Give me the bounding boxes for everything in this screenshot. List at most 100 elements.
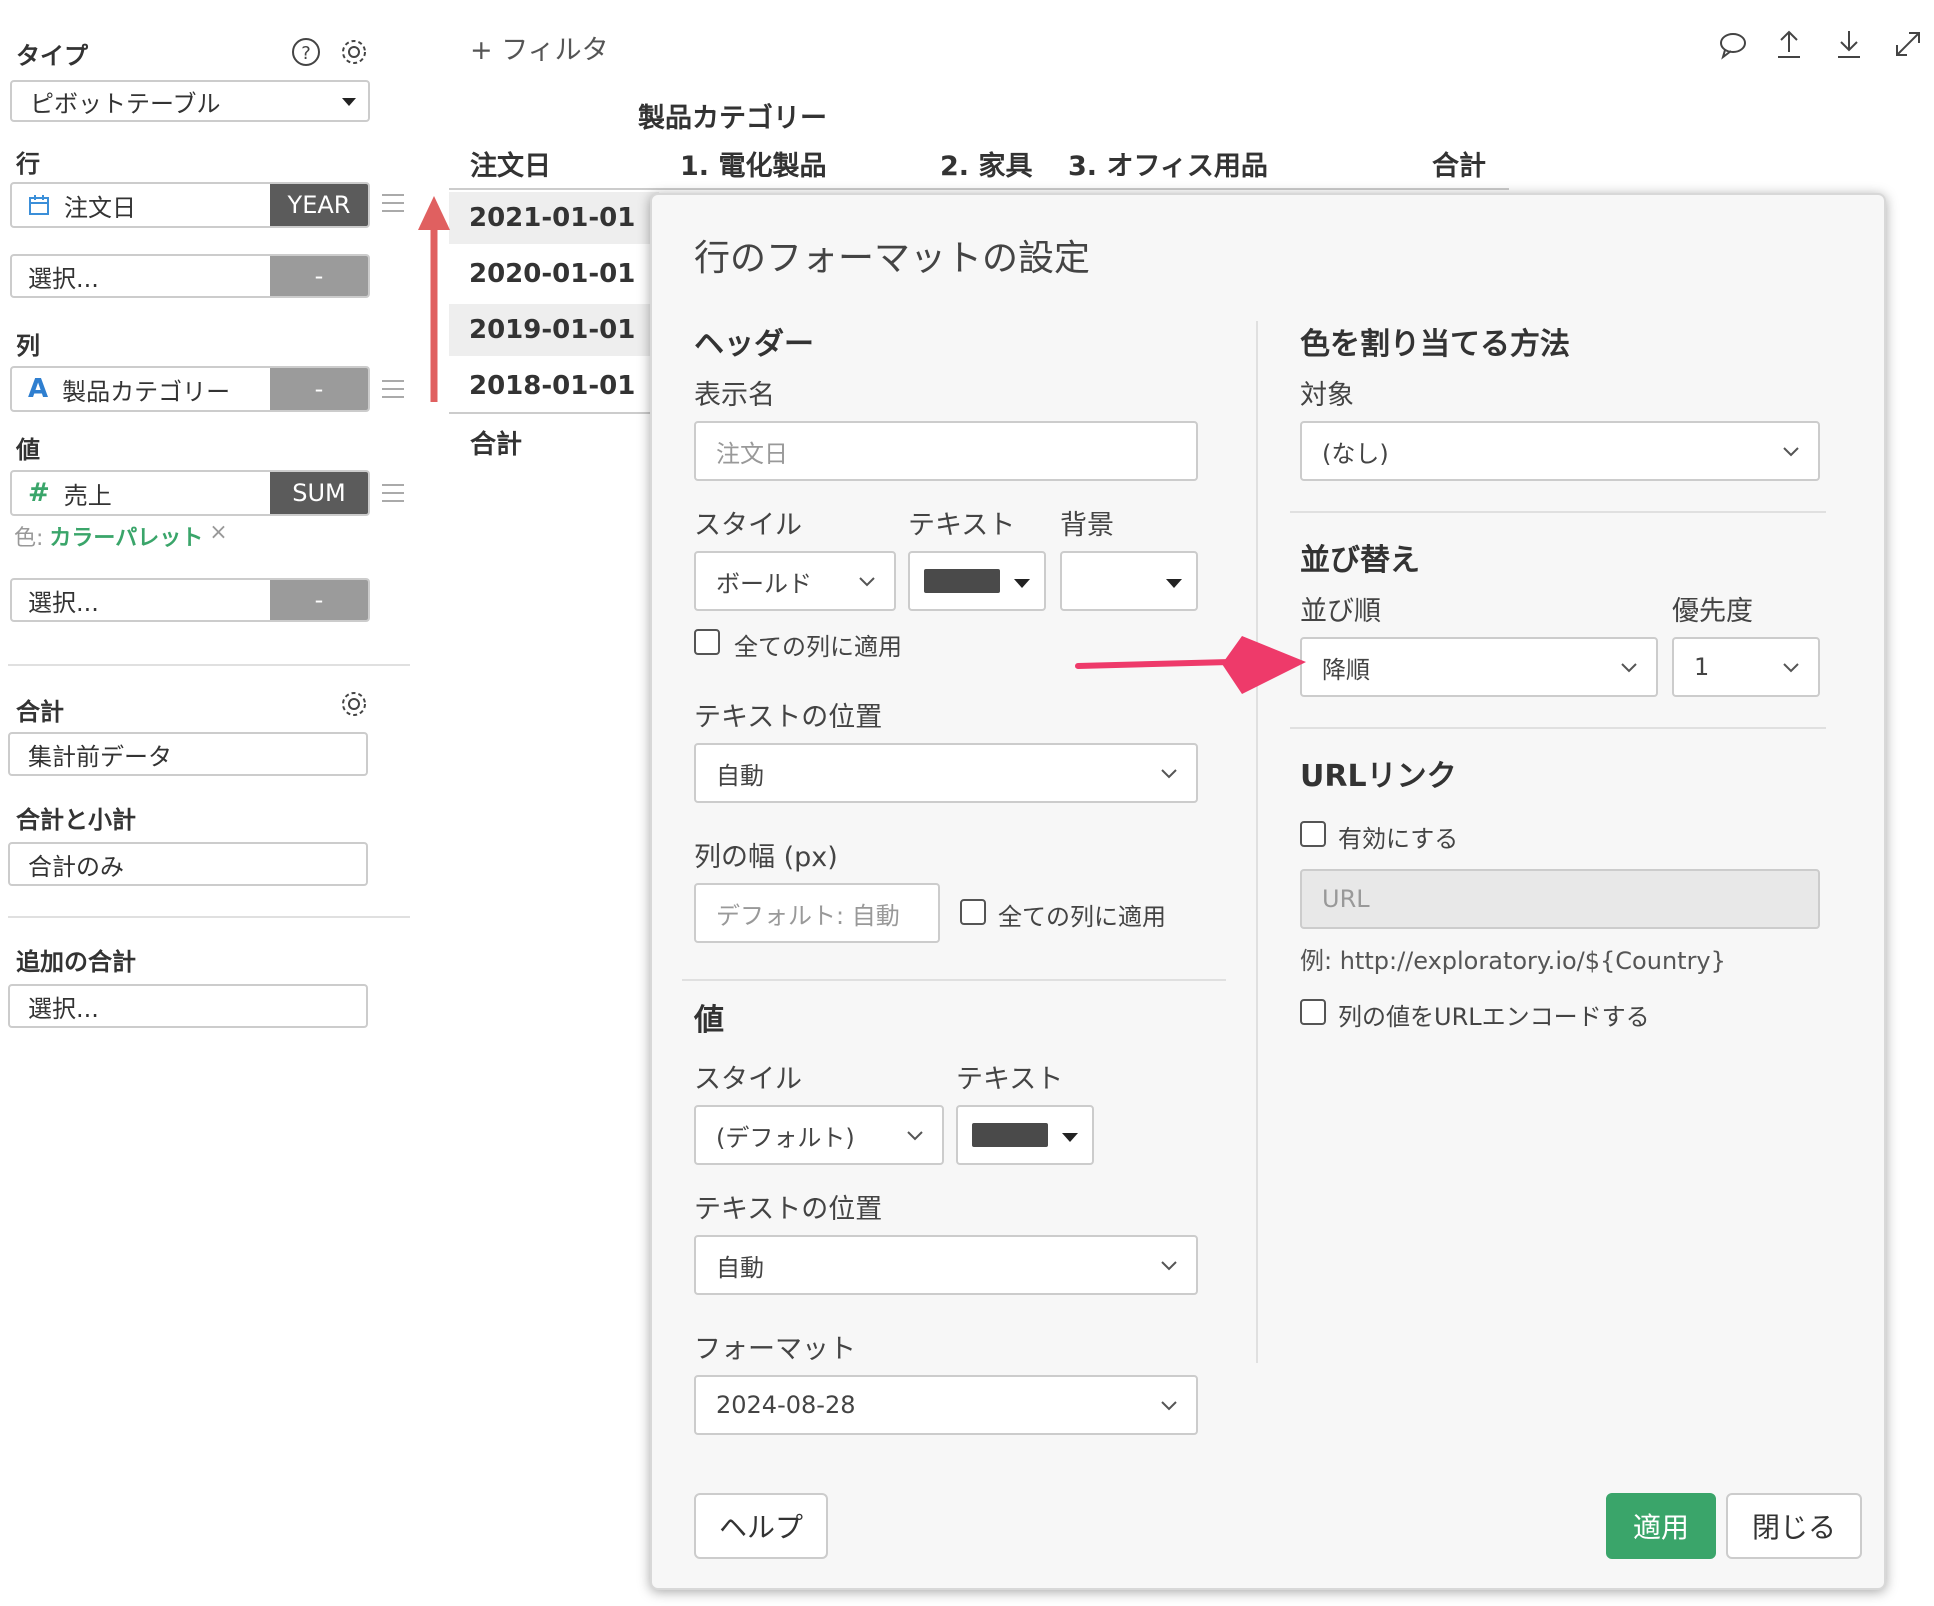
header-bg-color-picker[interactable] bbox=[1060, 551, 1198, 611]
chart-type-select[interactable]: ピボットテーブル bbox=[10, 80, 370, 122]
table-row: 2019-01-01 bbox=[449, 304, 659, 356]
value-field-pill[interactable]: # 売上 SUM bbox=[10, 470, 370, 516]
url-encode-checkbox[interactable] bbox=[1300, 999, 1326, 1025]
upload-icon[interactable] bbox=[1774, 28, 1804, 60]
url-section-title: URLリンク bbox=[1300, 759, 1457, 794]
color-swatch bbox=[924, 569, 1000, 593]
table-row: 2020-01-01 bbox=[469, 259, 636, 289]
target-label: 対象 bbox=[1300, 380, 1354, 411]
sort-priority-value: 1 bbox=[1694, 653, 1710, 681]
value-agg-button[interactable]: SUM bbox=[270, 472, 368, 514]
extra-total-select[interactable]: 選択... bbox=[8, 984, 368, 1028]
row-header: 注文日 bbox=[470, 151, 551, 182]
target-select[interactable]: (なし) bbox=[1300, 421, 1820, 481]
text-color-label: テキスト bbox=[908, 510, 1016, 541]
download-icon[interactable] bbox=[1834, 28, 1864, 60]
format-select[interactable]: 2024-08-28 bbox=[694, 1375, 1198, 1435]
value-section-title: 値 bbox=[694, 1003, 724, 1038]
column-tag[interactable]: - bbox=[270, 368, 368, 410]
column-header: 3. オフィス用品 bbox=[1068, 151, 1268, 182]
row-field-pill[interactable]: 注文日 YEAR bbox=[10, 182, 370, 228]
comment-icon[interactable] bbox=[1718, 30, 1748, 60]
color-setting: 色: カラーパレット × bbox=[14, 520, 228, 552]
value-text-color-picker[interactable] bbox=[956, 1105, 1094, 1165]
header-style-value: ボールド bbox=[716, 569, 812, 598]
sort-section-title: 並び替え bbox=[1300, 543, 1420, 578]
style-label: スタイル bbox=[694, 510, 802, 541]
width-apply-all-checkbox[interactable] bbox=[960, 899, 986, 925]
sort-priority-select[interactable]: 1 bbox=[1672, 637, 1820, 697]
value-text-position-select[interactable]: 自動 bbox=[694, 1235, 1198, 1295]
value-style-value: (デフォルト) bbox=[716, 1123, 855, 1152]
header-apply-all-checkbox[interactable] bbox=[694, 629, 720, 655]
sort-order-label: 並び順 bbox=[1300, 596, 1381, 627]
total-select[interactable]: 集計前データ bbox=[8, 732, 368, 776]
total-label: 合計 bbox=[16, 698, 64, 726]
header-rule bbox=[449, 188, 1509, 190]
row-select-tag[interactable]: - bbox=[270, 256, 368, 296]
expand-icon[interactable] bbox=[1892, 28, 1924, 60]
string-type-icon: A bbox=[28, 374, 49, 404]
sort-order-select[interactable]: 降順 bbox=[1300, 637, 1658, 697]
url-enable-label: 有効にする bbox=[1338, 825, 1459, 853]
value-style-label: スタイル bbox=[694, 1064, 802, 1095]
subtotal-label: 合計と小計 bbox=[16, 806, 136, 834]
column-header: 2. 家具 bbox=[940, 151, 1033, 182]
header-text-color-picker[interactable] bbox=[908, 551, 1046, 611]
chevron-down-icon bbox=[1161, 1261, 1177, 1271]
chevron-down-icon bbox=[1621, 663, 1637, 673]
close-button[interactable]: 閉じる bbox=[1726, 1493, 1862, 1559]
url-enable-checkbox[interactable] bbox=[1300, 821, 1326, 847]
value-style-select[interactable]: (デフォルト) bbox=[694, 1105, 944, 1165]
value-select-pill[interactable]: 選択... - bbox=[10, 578, 370, 622]
display-name-input[interactable]: 注文日 bbox=[694, 421, 1198, 481]
header-text-position-select[interactable]: 自動 bbox=[694, 743, 1198, 803]
width-apply-all-label: 全ての列に適用 bbox=[998, 903, 1166, 931]
format-value: 2024-08-28 bbox=[716, 1391, 856, 1419]
value-label: 値 bbox=[16, 436, 40, 464]
url-example: 例: http://exploratory.io/${Country} bbox=[1300, 947, 1726, 975]
chevron-down-icon bbox=[1783, 663, 1799, 673]
total-value: 集計前データ bbox=[28, 742, 172, 771]
remove-color-icon[interactable]: × bbox=[209, 520, 227, 552]
caret-down-icon bbox=[1014, 579, 1030, 588]
gear-icon[interactable] bbox=[338, 36, 370, 68]
apply-button[interactable]: 適用 bbox=[1606, 1493, 1716, 1559]
format-label: フォーマット bbox=[694, 1334, 856, 1365]
drag-handle-icon[interactable] bbox=[382, 484, 404, 502]
column-width-input[interactable]: デフォルト: 自動 bbox=[694, 883, 940, 943]
drag-handle-icon[interactable] bbox=[382, 380, 404, 398]
type-label: タイプ bbox=[16, 42, 88, 70]
color-assign-section-title: 色を割り当てる方法 bbox=[1300, 327, 1570, 362]
value-text-position-label: テキストの位置 bbox=[694, 1194, 883, 1225]
table-row: 2021-01-01 bbox=[449, 192, 659, 244]
color-swatch bbox=[972, 1123, 1048, 1147]
column-field-pill[interactable]: A 製品カテゴリー - bbox=[10, 366, 370, 412]
help-button[interactable]: ヘルプ bbox=[694, 1493, 828, 1559]
value-text-color-label: テキスト bbox=[956, 1064, 1064, 1095]
header-style-select[interactable]: ボールド bbox=[694, 551, 896, 611]
value-select-tag[interactable]: - bbox=[270, 580, 368, 620]
divider bbox=[8, 916, 410, 918]
color-palette-link[interactable]: カラーパレット bbox=[49, 520, 203, 552]
annotation-arrow-right bbox=[1075, 636, 1306, 694]
help-icon[interactable]: ? bbox=[290, 36, 322, 68]
column-field-name: 製品カテゴリー bbox=[62, 377, 231, 406]
filter-button[interactable]: + フィルタ bbox=[470, 28, 609, 67]
caret-down-icon bbox=[1062, 1133, 1078, 1142]
total-rule bbox=[449, 412, 659, 414]
row-select-pill[interactable]: 選択... - bbox=[10, 254, 370, 298]
column-divider bbox=[1256, 321, 1258, 1363]
extra-total-value: 選択... bbox=[28, 994, 99, 1023]
divider bbox=[8, 664, 410, 666]
row-agg-button[interactable]: YEAR bbox=[270, 184, 368, 226]
drag-handle-icon[interactable] bbox=[382, 194, 404, 212]
section-divider bbox=[682, 979, 1226, 981]
gear-icon[interactable] bbox=[338, 688, 370, 720]
extra-total-label: 追加の合計 bbox=[16, 948, 136, 976]
url-input[interactable]: URL bbox=[1300, 869, 1820, 929]
annotation-arrow-up bbox=[418, 196, 450, 402]
header-text-position-value: 自動 bbox=[716, 761, 764, 790]
subtotal-select[interactable]: 合計のみ bbox=[8, 842, 368, 886]
header-apply-all-label: 全ての列に適用 bbox=[734, 633, 902, 661]
